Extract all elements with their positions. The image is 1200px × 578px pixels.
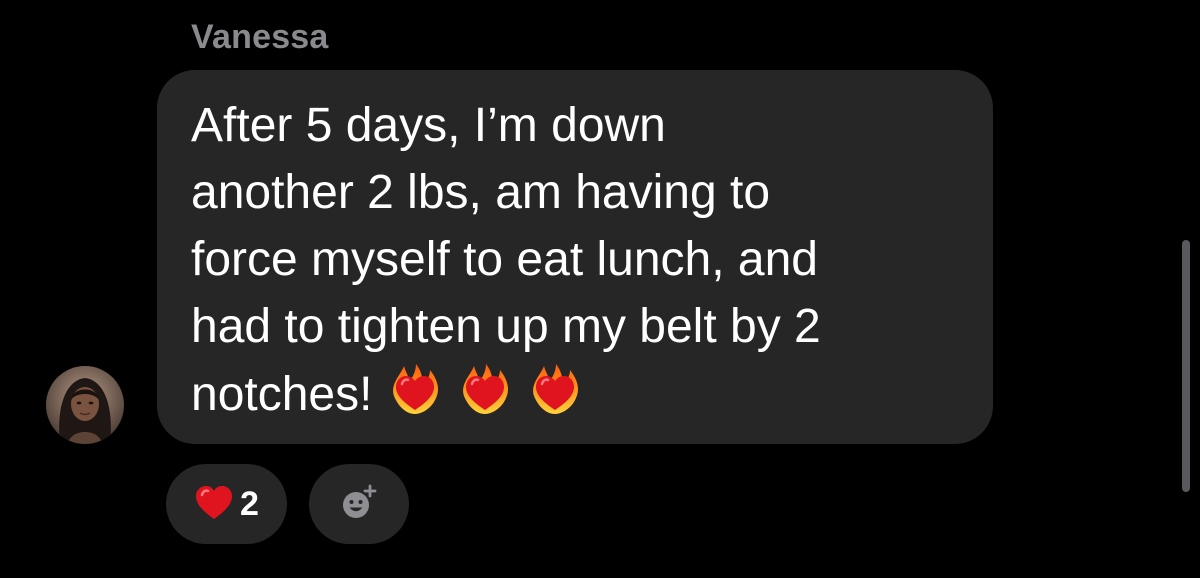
add-reaction-button[interactable]: [309, 464, 409, 544]
heart-on-fire-icon: [526, 360, 584, 418]
add-emoji-icon: [339, 482, 379, 527]
scrollbar[interactable]: [1182, 240, 1190, 492]
avatar[interactable]: [46, 366, 124, 444]
message-bubble[interactable]: After 5 days, I’m down another 2 lbs, am…: [157, 70, 993, 444]
avatar-photo: [46, 366, 124, 444]
reaction-heart-button[interactable]: 2: [166, 464, 287, 544]
heart-on-fire-icon: [456, 360, 514, 418]
heart-on-fire-icon: [386, 360, 444, 418]
red-heart-icon: [194, 484, 234, 524]
emoji-group: [386, 360, 596, 436]
reaction-count: 2: [240, 484, 259, 523]
sender-name: Vanessa: [191, 18, 329, 56]
